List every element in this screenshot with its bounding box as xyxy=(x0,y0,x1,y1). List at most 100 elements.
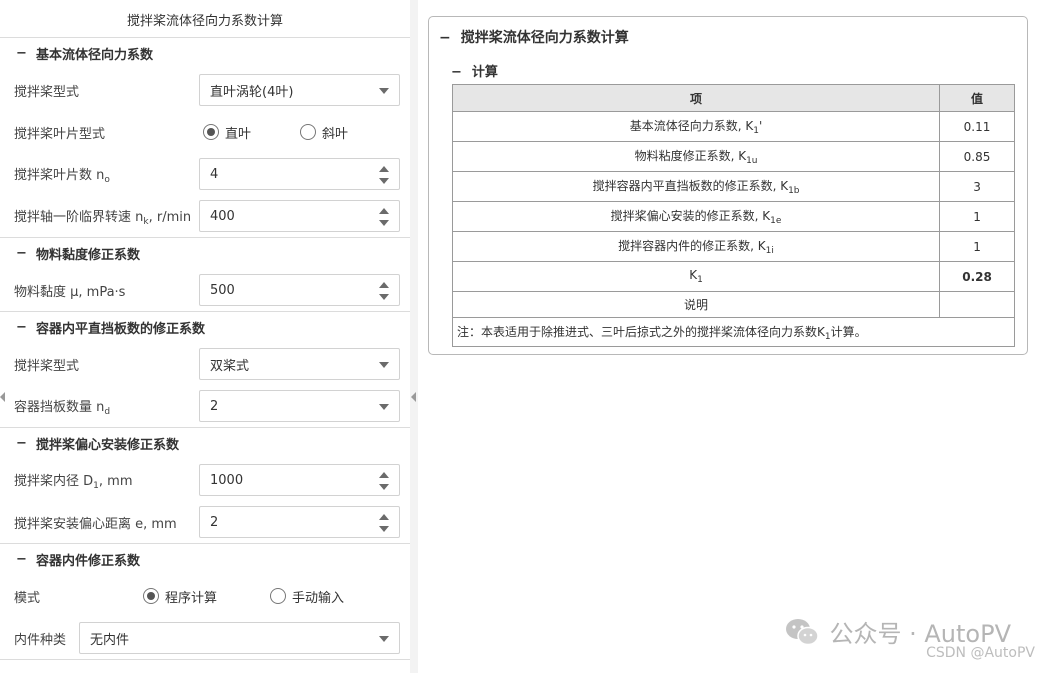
collapse-right-arrow-icon[interactable] xyxy=(411,392,416,402)
collapse-left-arrow-icon[interactable] xyxy=(0,392,5,402)
item-cell: K1 xyxy=(451,261,941,292)
watermark-sub: CSDN @AutoPV xyxy=(926,645,1035,661)
radio-manual-input[interactable]: 手动输入 xyxy=(270,587,344,606)
spinner-arrows-icon[interactable] xyxy=(379,208,389,226)
section-basic: − 基本流体径向力系数 搅拌桨型式 直叶涡轮(4叶) 搅拌桨叶片型式 直叶 斜叶… xyxy=(0,38,410,238)
item-cell: 搅拌桨偏心安装的修正系数, K1e xyxy=(451,201,941,232)
eccentric-distance-stepper[interactable]: 2 xyxy=(199,506,400,538)
internal-type-select[interactable]: 无内件 xyxy=(79,622,400,654)
spinner-arrows-icon[interactable] xyxy=(379,166,389,184)
table-row: 搅拌容器内平直挡板数的修正系数, K1b 3 xyxy=(451,171,1015,202)
select-value: 2 xyxy=(210,398,219,414)
item-cell: 物料粘度修正系数, K1u xyxy=(451,141,941,172)
field-label: 搅拌轴一阶临界转速 nk, r/min xyxy=(14,209,192,227)
header-item: 项 xyxy=(451,84,941,112)
result-panel: − 搅拌桨流体径向力系数计算 − 计算 项 值 基本流体径向力系数, K1' 0.11… xyxy=(418,0,1043,673)
collapse-icon[interactable]: − xyxy=(16,46,28,61)
header-value: 值 xyxy=(939,84,1015,112)
critical-speed-stepper[interactable]: 400 xyxy=(199,200,400,232)
chevron-down-icon xyxy=(379,88,389,94)
section-title: 容器内件修正系数 xyxy=(36,554,141,569)
value-cell: 1 xyxy=(939,201,1015,232)
field-label: 搅拌桨叶片数 no xyxy=(14,167,110,185)
table-header-row: 项 值 xyxy=(451,84,1015,112)
impeller-type-select[interactable]: 直叶涡轮(4叶) xyxy=(199,74,400,106)
collapse-icon[interactable]: − xyxy=(451,65,462,80)
section-title: 容器内平直挡板数的修正系数 xyxy=(36,322,206,337)
section-basic-header[interactable]: − 基本流体径向力系数 xyxy=(0,38,410,69)
radio-label: 斜叶 xyxy=(322,126,349,142)
item-cell: 基本流体径向力系数, K1' xyxy=(451,111,941,142)
field-label: 搅拌桨型式 xyxy=(14,84,80,100)
blade-count-row: 搅拌桨叶片数 no 4 xyxy=(0,153,410,195)
wechat-icon xyxy=(785,618,819,645)
baffle-count-select[interactable]: 2 xyxy=(199,390,400,422)
inner-diameter-stepper[interactable]: 1000 xyxy=(199,464,400,496)
field-label: 搅拌桨型式 xyxy=(14,358,80,374)
impeller-form-row: 搅拌桨型式 双桨式 xyxy=(0,343,410,385)
section-baffle-header[interactable]: − 容器内平直挡板数的修正系数 xyxy=(0,312,410,343)
table-row: 物料粘度修正系数, K1u 0.85 xyxy=(451,141,1015,172)
field-label: 搅拌桨叶片型式 xyxy=(14,126,106,142)
input-panel: 搅拌桨流体径向力系数计算 − 基本流体径向力系数 搅拌桨型式 直叶涡轮(4叶) … xyxy=(0,0,410,673)
item-cell: 搅拌容器内件的修正系数, K1i xyxy=(451,231,941,262)
radio-label: 手动输入 xyxy=(292,590,345,606)
chevron-down-icon xyxy=(379,636,389,642)
value-cell: 0.28 xyxy=(939,261,1015,292)
section-viscosity-header[interactable]: − 物料黏度修正系数 xyxy=(0,238,410,269)
section-viscosity: − 物料黏度修正系数 物料黏度 μ, mPa·s 500 xyxy=(0,238,410,312)
radio-label: 程序计算 xyxy=(165,590,218,606)
table-row: 搅拌桨偏心安装的修正系数, K1e 1 xyxy=(451,201,1015,232)
blade-count-stepper[interactable]: 4 xyxy=(199,158,400,190)
field-label: 搅拌桨安装偏心距离 e, mm xyxy=(14,516,177,532)
collapse-icon[interactable]: − xyxy=(16,320,28,335)
sub-title[interactable]: − 计算 xyxy=(451,61,498,80)
section-baffle: − 容器内平直挡板数的修正系数 搅拌桨型式 双桨式 容器挡板数量 nd 2 xyxy=(0,312,410,428)
collapse-icon[interactable]: − xyxy=(16,552,28,567)
inner-diameter-row: 搅拌桨内径 D1, mm 1000 xyxy=(0,459,410,501)
field-label: 搅拌桨内径 D1, mm xyxy=(14,473,133,491)
stepper-value: 1000 xyxy=(210,472,244,488)
spinner-arrows-icon[interactable] xyxy=(379,282,389,300)
card-title[interactable]: − 搅拌桨流体径向力系数计算 xyxy=(439,27,629,47)
collapse-icon[interactable]: − xyxy=(16,246,28,261)
baffle-count-row: 容器挡板数量 nd 2 xyxy=(0,385,410,427)
value-cell: 0.11 xyxy=(939,111,1015,142)
impeller-form-select[interactable]: 双桨式 xyxy=(199,348,400,380)
section-eccentric-header[interactable]: − 搅拌桨偏心安装修正系数 xyxy=(0,428,410,459)
collapse-icon[interactable]: − xyxy=(16,436,28,451)
select-value: 直叶涡轮(4叶) xyxy=(210,84,294,100)
internal-type-row: 内件种类 无内件 xyxy=(0,617,410,659)
impeller-type-row: 搅拌桨型式 直叶涡轮(4叶) xyxy=(0,69,410,111)
note-text: 注：本表适用于除推进式、三叶后掠式之外的搅拌桨流体径向力系数K1计算。 xyxy=(452,317,1015,347)
watermark-text: 公众号 · AutoPV xyxy=(829,620,1012,648)
field-label: 物料黏度 μ, mPa·s xyxy=(14,284,126,300)
result-table: 项 值 基本流体径向力系数, K1' 0.11 物料粘度修正系数, K1u 0.85 搅… xyxy=(451,84,1015,347)
field-label: 内件种类 xyxy=(14,632,67,648)
radio-inclined-blade[interactable]: 斜叶 xyxy=(300,123,348,142)
value-cell: 0.85 xyxy=(939,141,1015,172)
note-row: 注：本表适用于除推进式、三叶后掠式之外的搅拌桨流体径向力系数K1计算。 xyxy=(452,317,1015,347)
stepper-value: 4 xyxy=(210,166,219,182)
value-cell: 3 xyxy=(939,171,1015,202)
stepper-value: 2 xyxy=(210,514,219,530)
section-internals-header[interactable]: − 容器内件修正系数 xyxy=(0,544,410,575)
collapse-icon[interactable]: − xyxy=(439,30,451,46)
spinner-arrows-icon[interactable] xyxy=(379,514,389,532)
table-row: 搅拌容器内件的修正系数, K1i 1 xyxy=(451,231,1015,262)
description-label: 说明 xyxy=(451,291,941,318)
chevron-down-icon xyxy=(379,404,389,410)
spinner-arrows-icon[interactable] xyxy=(379,472,389,490)
mode-row: 模式 程序计算 手动输入 xyxy=(0,575,410,617)
table-row: 基本流体径向力系数, K1' 0.11 xyxy=(451,111,1015,142)
radio-program-calc[interactable]: 程序计算 xyxy=(143,587,217,606)
value-cell: 1 xyxy=(939,231,1015,262)
viscosity-stepper[interactable]: 500 xyxy=(199,274,400,306)
radio-straight-blade[interactable]: 直叶 xyxy=(203,123,251,142)
stepper-value: 500 xyxy=(210,282,235,298)
section-internals: − 容器内件修正系数 模式 程序计算 手动输入 内件种类 无内件 xyxy=(0,544,410,660)
field-label: 容器挡板数量 nd xyxy=(14,399,111,417)
critical-speed-row: 搅拌轴一阶临界转速 nk, r/min 400 xyxy=(0,195,410,237)
section-eccentric: − 搅拌桨偏心安装修正系数 搅拌桨内径 D1, mm 1000 搅拌桨安装偏心距… xyxy=(0,428,410,544)
radio-checked-icon xyxy=(143,588,159,604)
